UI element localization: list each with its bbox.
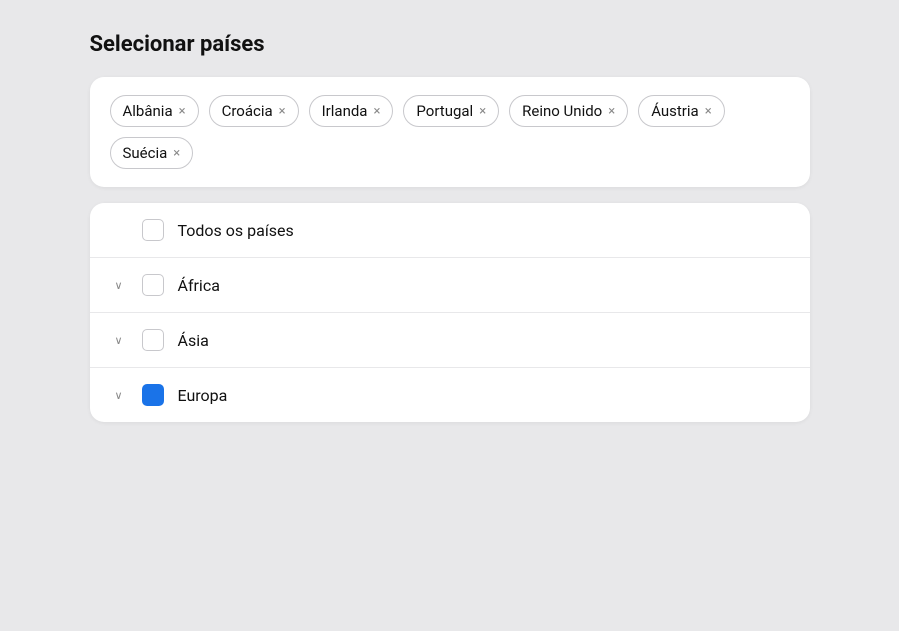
checkbox-all[interactable]: [142, 219, 164, 241]
tag-ireland: Irlanda ×: [309, 95, 394, 127]
checkbox-africa[interactable]: [142, 274, 164, 296]
list-scroll[interactable]: Todos os países ∨ África ∨ Ásia ∨ Europa: [90, 203, 810, 422]
tag-label: Áustria: [651, 102, 699, 120]
checkbox-europe[interactable]: [142, 384, 164, 406]
tag-remove-button[interactable]: ×: [705, 105, 712, 118]
main-container: Selecionar países Albânia×Croácia×Irland…: [90, 32, 810, 422]
tag-remove-button[interactable]: ×: [373, 105, 380, 118]
country-list-panel: Todos os países ∨ África ∨ Ásia ∨ Europa: [90, 203, 810, 422]
list-item-label: Todos os países: [178, 221, 294, 240]
tag-remove-button[interactable]: ×: [173, 147, 180, 160]
tag-label: Irlanda: [322, 102, 368, 120]
checkbox-asia[interactable]: [142, 329, 164, 351]
list-item-label: Ásia: [178, 331, 209, 350]
list-item-label: África: [178, 276, 220, 295]
tag-remove-button[interactable]: ×: [179, 105, 186, 118]
tag-portugal: Portugal ×: [403, 95, 499, 127]
tag-austria: Áustria ×: [638, 95, 724, 127]
tag-remove-button[interactable]: ×: [479, 105, 486, 118]
list-item-asia[interactable]: ∨ Ásia: [90, 313, 810, 368]
tags-row: Albânia×Croácia×Irlanda×Portugal×Reino U…: [110, 95, 790, 169]
tag-label: Albânia: [123, 102, 173, 120]
chevron-down-icon: ∨: [110, 276, 128, 294]
tag-label: Portugal: [416, 102, 473, 120]
tag-remove-button[interactable]: ×: [608, 105, 615, 118]
selected-tags-panel: Albânia×Croácia×Irlanda×Portugal×Reino U…: [90, 77, 810, 187]
chevron-down-icon: ∨: [110, 386, 128, 404]
list-item-africa[interactable]: ∨ África: [90, 258, 810, 313]
tag-uk: Reino Unido ×: [509, 95, 628, 127]
tag-label: Reino Unido: [522, 102, 602, 120]
tag-albania: Albânia ×: [110, 95, 199, 127]
tag-label: Suécia: [123, 144, 168, 162]
tag-remove-button[interactable]: ×: [279, 105, 286, 118]
tag-croatia: Croácia ×: [209, 95, 299, 127]
list-item-all[interactable]: Todos os países: [90, 203, 810, 258]
chevron-down-icon: ∨: [110, 331, 128, 349]
tag-sweden: Suécia ×: [110, 137, 194, 169]
page-title: Selecionar países: [90, 32, 810, 57]
list-item-europe[interactable]: ∨ Europa: [90, 368, 810, 422]
tag-label: Croácia: [222, 102, 273, 120]
list-item-label: Europa: [178, 386, 228, 405]
